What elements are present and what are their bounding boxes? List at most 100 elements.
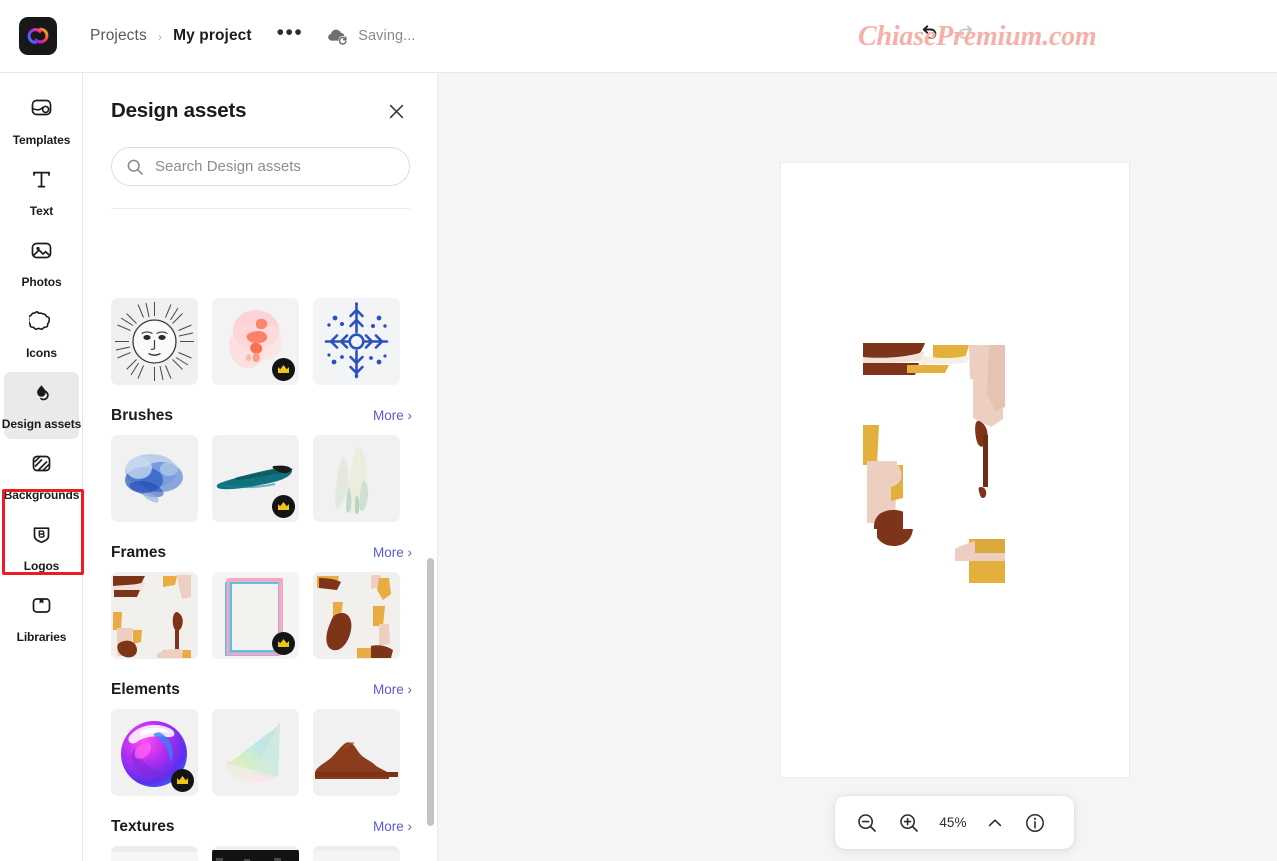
zoom-out-button[interactable] xyxy=(853,809,881,837)
more-options-button[interactable]: ••• xyxy=(274,22,307,48)
premium-badge xyxy=(171,769,194,792)
breadcrumb-separator-icon: › xyxy=(157,28,163,44)
panel-title: Design assets xyxy=(111,99,247,122)
redo-icon xyxy=(958,25,973,39)
chevron-right-icon: › xyxy=(407,545,413,560)
breadcrumb-projects-link[interactable]: Projects xyxy=(90,27,147,45)
crown-icon xyxy=(278,502,289,510)
featured-thumb-row xyxy=(111,298,412,385)
section-title: Brushes xyxy=(111,407,174,424)
light-paper-texture-thumbnail[interactable] xyxy=(111,846,198,861)
photos-icon xyxy=(29,238,54,268)
premium-badge xyxy=(272,358,295,381)
soft-grey-texture-thumbnail[interactable] xyxy=(313,846,400,861)
purple-gradient-sphere-thumbnail[interactable] xyxy=(111,709,198,796)
search-icon xyxy=(127,159,143,175)
section-more-link[interactable]: More › xyxy=(373,682,412,697)
panel-divider xyxy=(111,208,410,209)
history-controls xyxy=(915,20,980,46)
brown-painterly-frame-artwork xyxy=(111,572,198,659)
libraries-icon xyxy=(29,593,54,623)
sidebar-item-backgrounds[interactable]: Backgrounds xyxy=(0,441,83,512)
design-assets-icon xyxy=(29,380,54,410)
adobe-express-logo[interactable] xyxy=(19,17,57,55)
teal-brush-stroke-thumbnail[interactable] xyxy=(212,435,299,522)
pale-green-brush-thumbnail[interactable] xyxy=(313,435,400,522)
sidebar-item-label: Logos xyxy=(23,559,60,573)
zoom-level-value[interactable]: 45% xyxy=(937,815,969,830)
design-canvas-page[interactable] xyxy=(781,163,1129,777)
undo-icon xyxy=(922,25,937,40)
pastel-gradient-cone-thumbnail[interactable] xyxy=(212,709,299,796)
sidebar-item-icons[interactable]: Icons xyxy=(0,299,83,370)
chevron-right-icon: › xyxy=(407,408,413,423)
sidebar-item-label: Libraries xyxy=(16,630,67,644)
section-title: Textures xyxy=(111,818,175,835)
sidebar-item-label: Templates xyxy=(12,133,71,147)
templates-icon xyxy=(29,96,54,126)
sun-face-engraving-thumbnail[interactable] xyxy=(111,298,198,385)
design-assets-panel: Design assets Search Design assets Brush… xyxy=(83,73,438,861)
breadcrumb: Projects › My project xyxy=(90,27,252,45)
sidebar-item-photos[interactable]: Photos xyxy=(0,228,83,299)
sidebar-item-templates[interactable]: Templates xyxy=(0,86,83,157)
left-sidebar: Templates Text Photos Icons Design asset… xyxy=(0,73,84,861)
text-icon xyxy=(29,167,54,197)
pink-blue-gradient-frame-thumbnail[interactable] xyxy=(212,572,299,659)
cloud-sync-icon xyxy=(328,29,348,45)
section-frames: Frames More › xyxy=(83,544,437,659)
dark-grain-texture-thumbnail[interactable] xyxy=(212,846,299,861)
canvas-workspace[interactable]: 45% xyxy=(438,73,1277,861)
zoom-in-button[interactable] xyxy=(895,809,923,837)
sidebar-item-text[interactable]: Text xyxy=(0,157,83,228)
section-more-link[interactable]: More › xyxy=(373,545,412,560)
section-title: Elements xyxy=(111,681,180,698)
section-more-label: More xyxy=(372,819,404,834)
sidebar-item-design-assets[interactable]: Design assets xyxy=(0,370,83,441)
panel-header: Design assets xyxy=(83,73,437,209)
undo-button[interactable] xyxy=(915,20,943,46)
panel-scroll-area[interactable]: Brushes More › Frames More › Elements Mo… xyxy=(83,287,437,861)
brown-mound-shape-thumbnail[interactable] xyxy=(313,709,400,796)
close-panel-button[interactable] xyxy=(383,99,410,124)
crown-icon xyxy=(278,365,289,373)
icons-icon xyxy=(27,309,54,339)
sidebar-item-label: Design assets xyxy=(1,417,82,431)
blue-watercolor-brush-thumbnail[interactable] xyxy=(111,435,198,522)
sidebar-item-libraries[interactable]: Libraries xyxy=(0,583,83,654)
blue-snowflake-artwork xyxy=(313,298,400,385)
textures-thumb-row xyxy=(111,846,412,861)
zoom-in-icon xyxy=(900,813,918,832)
crown-icon xyxy=(278,639,289,647)
brown-painterly-frame-thumbnail[interactable] xyxy=(111,572,198,659)
panel-scrollbar-thumb[interactable] xyxy=(427,558,434,826)
soft-grey-texture-artwork xyxy=(313,846,400,861)
section-more-link[interactable]: More › xyxy=(373,819,412,834)
panel-scrollbar[interactable] xyxy=(427,558,434,826)
redo-button[interactable] xyxy=(952,20,980,46)
abstract-painterly-frame-artwork[interactable] xyxy=(863,343,1049,583)
dark-grain-texture-artwork xyxy=(212,846,299,861)
search-box[interactable] xyxy=(111,147,410,186)
section-more-label: More xyxy=(372,682,404,697)
light-paper-texture-artwork xyxy=(111,846,198,861)
zoom-options-button[interactable] xyxy=(983,811,1007,835)
tan-brush-frame-thumbnail[interactable] xyxy=(313,572,400,659)
adobe-express-logo-glyph xyxy=(27,27,49,44)
top-bar: Projects › My project ••• Saving... Chia… xyxy=(0,0,1277,73)
sidebar-item-label: Text xyxy=(29,204,54,218)
sidebar-item-logos[interactable]: Logos xyxy=(0,512,83,583)
search-input[interactable] xyxy=(155,158,395,175)
logos-icon xyxy=(29,522,54,552)
crown-icon xyxy=(177,776,188,784)
premium-badge xyxy=(272,632,295,655)
section-more-link[interactable]: More › xyxy=(373,408,412,423)
section-more-label: More xyxy=(372,408,404,423)
canvas-info-button[interactable] xyxy=(1021,809,1049,837)
blue-snowflake-thumbnail[interactable] xyxy=(313,298,400,385)
save-status-text: Saving... xyxy=(358,28,416,44)
brown-mound-artwork xyxy=(313,709,400,796)
coral-watercolor-thumbnail[interactable] xyxy=(212,298,299,385)
breadcrumb-current-project[interactable]: My project xyxy=(173,27,252,45)
frames-thumb-row xyxy=(111,572,412,659)
